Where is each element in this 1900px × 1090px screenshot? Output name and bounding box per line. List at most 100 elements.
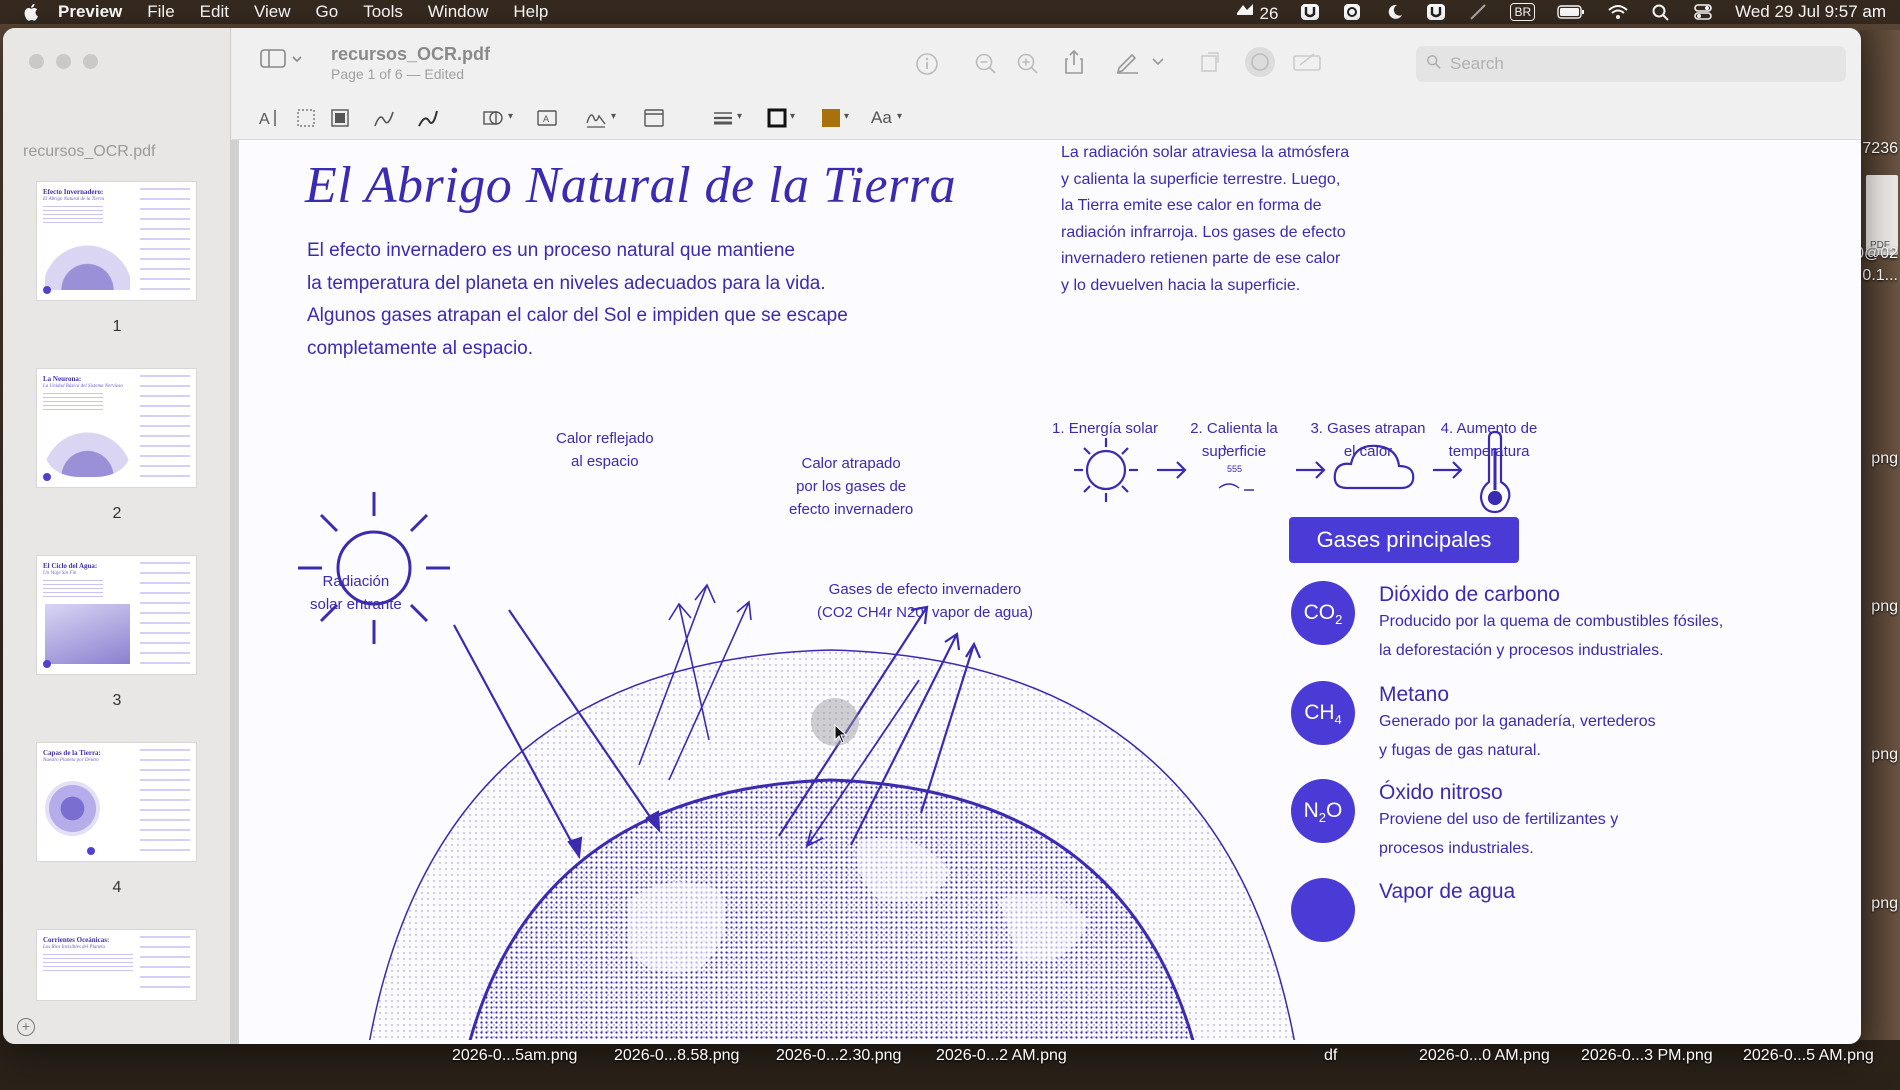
chevron-down-icon[interactable]: ▾	[790, 111, 795, 122]
intro-line: completamente al espacio.	[307, 337, 534, 359]
menu-app-preview[interactable]: Preview	[58, 2, 122, 22]
text-box-icon[interactable]: A	[535, 106, 559, 130]
reflected-heat-label: Calor reflejado al espacio	[556, 430, 654, 470]
add-page-icon[interactable]: +	[17, 1018, 35, 1036]
intro-line: Algunos gases atrapan el calor del Sol e…	[307, 305, 848, 326]
apple-menu-icon[interactable]	[22, 2, 42, 22]
pen-slash-icon[interactable]	[1468, 3, 1488, 21]
arrow-right-icon	[1157, 461, 1187, 479]
sidebar-toggle-icon[interactable]	[260, 48, 304, 70]
sun-icon	[298, 492, 450, 644]
signature-icon[interactable]	[584, 106, 608, 130]
text-selection-icon[interactable]: A	[257, 106, 281, 130]
desktop-file-label[interactable]: 2026-0...3 PM.png	[1581, 1047, 1713, 1065]
desktop-file-label[interactable]: 2026-0...5 AM.png	[1743, 1047, 1874, 1065]
fill-color-icon[interactable]	[819, 106, 843, 130]
spotlight-search-icon[interactable]	[1651, 3, 1671, 21]
chevron-down-icon[interactable]: ▾	[737, 111, 742, 122]
ch4-badge: CH4	[1291, 681, 1355, 745]
close-window-button[interactable]	[29, 54, 44, 69]
line-style-icon[interactable]	[711, 106, 735, 130]
app-u-icon[interactable]	[1300, 3, 1320, 21]
shapes-icon[interactable]	[481, 106, 505, 130]
app-u2-icon[interactable]	[1426, 3, 1446, 21]
chevron-down-icon[interactable]	[1152, 58, 1164, 66]
border-color-icon[interactable]	[765, 106, 789, 130]
menu-view[interactable]: View	[254, 2, 291, 22]
desktop-file-row: 2026-0...5am.png 2026-0...8.58.png 2026-…	[0, 1044, 1900, 1070]
page-title: El Abrigo Natural de la Tierra	[305, 157, 957, 214]
desktop-file-label[interactable]: 2026-0...2.30.png	[776, 1047, 901, 1065]
desktop-file-label[interactable]: png	[1871, 598, 1898, 616]
control-center-icon[interactable]	[1693, 3, 1713, 21]
page-thumbnail-5[interactable]: Corrientes Oceánicas: Los Ríos Invisible…	[36, 929, 197, 1001]
status-area: 26 BR Wed 29 Jul 9:57 am	[1235, 0, 1886, 24]
note-icon[interactable]	[642, 106, 666, 130]
page-thumbnail-2[interactable]: La Neurona: La Unidad Básica del Sistema…	[36, 368, 197, 488]
page-thumbnail-1[interactable]: Efecto Invernadero: El Abrigo Natural de…	[36, 181, 197, 301]
svg-text:555: 555	[1227, 464, 1242, 474]
zoom-window-button[interactable]	[83, 54, 98, 69]
menu-help[interactable]: Help	[513, 2, 548, 22]
menu-go[interactable]: Go	[316, 2, 339, 22]
explanation-paragraph: La radiación solar atraviesa la atmósfer…	[1061, 140, 1421, 299]
n2o-badge: N2O	[1291, 779, 1355, 843]
arrow-right-icon	[1296, 461, 1326, 479]
desktop-file-label[interactable]: 2026-0...5am.png	[452, 1047, 577, 1065]
explanation-line: y lo devuelven hacia la superficie.	[1061, 276, 1301, 294]
sketch-icon[interactable]	[372, 106, 396, 130]
app-record-icon[interactable]	[1342, 3, 1362, 21]
menu-edit[interactable]: Edit	[200, 2, 229, 22]
page-thumbnail-4[interactable]: Capas de la Tierra: Nuestro Planeta por …	[36, 742, 197, 862]
text-style-button[interactable]: Aa	[871, 108, 892, 128]
intro-line: la temperatura del planeta en niveles ad…	[307, 272, 826, 294]
input-source-badge[interactable]: BR	[1510, 3, 1536, 21]
redact-icon[interactable]	[328, 106, 352, 130]
share-icon[interactable]	[1062, 48, 1086, 76]
step-label-4: 4. Aumento de temperatura	[1440, 420, 1538, 460]
draw-icon[interactable]	[416, 106, 440, 130]
gas-name: Óxido nitroso	[1379, 781, 1503, 804]
chevron-down-icon[interactable]: ▾	[508, 111, 513, 122]
page-thumbnail-3[interactable]: El Ciclo del Agua: Un Viaje Sin Fin	[36, 555, 197, 675]
solar-radiation-label: Radiación solar entrante	[310, 573, 402, 613]
wifi-icon[interactable]	[1607, 3, 1629, 21]
desktop-file-label[interactable]: png	[1871, 746, 1898, 764]
search-input[interactable]	[1450, 46, 1830, 82]
moon-icon[interactable]	[1384, 3, 1404, 21]
page-number-label: 2	[112, 505, 122, 522]
explanation-line: la Tierra emite ese calor en forma de	[1061, 197, 1322, 214]
highlight-circle-icon[interactable]	[1244, 46, 1276, 78]
gas-description: Generado por la ganadería, vertederos y …	[1379, 713, 1656, 759]
document-title[interactable]: recursos_OCR.pdf	[331, 44, 490, 65]
desktop-file-label[interactable]: 2026-0...8.58.png	[614, 1047, 739, 1065]
desktop-file-label[interactable]: 2026-0...2 AM.png	[936, 1047, 1067, 1065]
zoom-out-icon[interactable]	[974, 52, 998, 76]
menu-window[interactable]: Window	[428, 2, 488, 22]
info-icon[interactable]	[915, 52, 939, 76]
form-fill-icon[interactable]	[1292, 50, 1322, 74]
chevron-down-icon[interactable]: ▾	[844, 111, 849, 122]
desktop-file-label[interactable]: 2026-0...0 AM.png	[1419, 1047, 1550, 1065]
desktop-file-label[interactable]: png	[1871, 450, 1898, 468]
minimize-window-button[interactable]	[56, 54, 71, 69]
menu-tools[interactable]: Tools	[363, 2, 403, 22]
desktop-background: 7236 PDF 0@02 0.1... png png png png	[1855, 30, 1900, 1040]
zoom-in-icon[interactable]	[1016, 52, 1040, 76]
menu-file[interactable]: File	[147, 2, 174, 22]
desktop-file-label[interactable]: png	[1871, 895, 1898, 913]
chevron-down-icon[interactable]: ▾	[897, 111, 902, 122]
desktop-pdf-file-icon[interactable]: PDF	[1866, 175, 1898, 255]
menubar-clock[interactable]: Wed 29 Jul 9:57 am	[1735, 2, 1886, 22]
battery-icon[interactable]	[1557, 3, 1585, 21]
status-extension[interactable]: 26	[1235, 1, 1278, 24]
markup-pen-icon[interactable]	[1114, 48, 1140, 74]
search-field[interactable]	[1416, 46, 1846, 82]
desktop-file-label[interactable]: df	[1324, 1047, 1337, 1065]
chevron-down-icon[interactable]: ▾	[611, 111, 616, 122]
arrow-right-icon	[1433, 461, 1463, 479]
rectangular-selection-icon[interactable]	[294, 106, 318, 130]
sidebar-divider[interactable]	[231, 140, 239, 1044]
pdf-page[interactable]: El Abrigo Natural de la Tierra El efecto…	[239, 140, 1861, 1044]
rotate-icon[interactable]	[1198, 50, 1222, 74]
